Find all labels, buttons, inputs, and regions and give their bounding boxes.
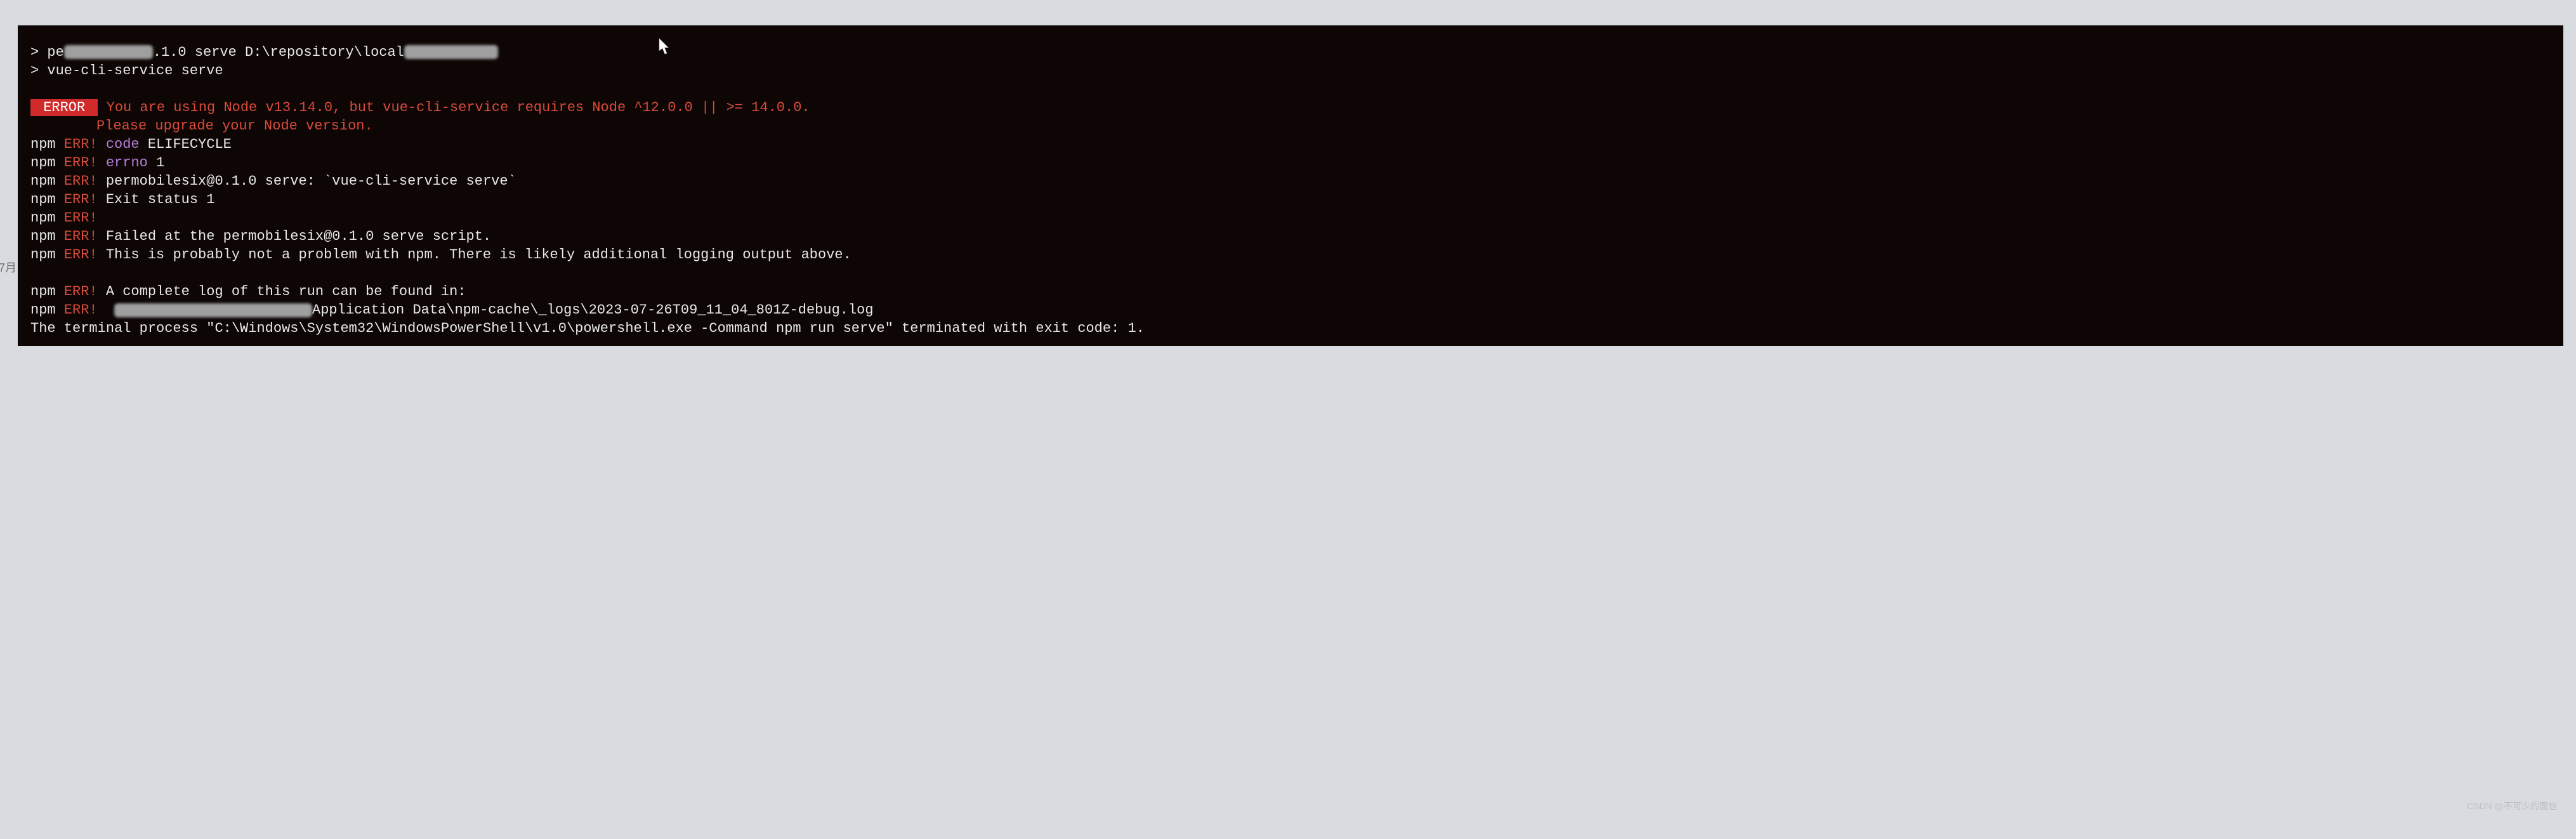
watermark-text: CSDN @不可少的面包 (2467, 800, 2557, 812)
terminal-output[interactable]: > pe.1.0 serve D:\repository\local > vue… (18, 25, 2563, 346)
blank-line (30, 80, 2551, 98)
npm-err-line: npm ERR! Exit status 1 (30, 190, 2551, 209)
blank-line (30, 264, 2551, 282)
mouse-cursor-icon (659, 38, 673, 56)
redacted-text (114, 303, 312, 317)
npm-err-line: npm ERR! Failed at the permobilesix@0.1.… (30, 227, 2551, 246)
npm-err-line: npm ERR! Application Data\npm-cache\_log… (30, 301, 2551, 319)
npm-err-line: npm ERR! permobilesix@0.1.0 serve: `vue-… (30, 172, 2551, 190)
npm-err-line: npm ERR! errno 1 (30, 154, 2551, 172)
command-line-2: > vue-cli-service serve (30, 62, 2551, 80)
error-line-2: Please upgrade your Node version. (30, 117, 2551, 135)
redacted-text (404, 45, 498, 59)
command-line-1: > pe.1.0 serve D:\repository\local (30, 43, 2551, 62)
npm-err-line: npm ERR! A complete log of this run can … (30, 282, 2551, 301)
background-date-text: 7月 (0, 259, 16, 275)
error-badge: ERROR (30, 99, 98, 116)
npm-err-line: npm ERR! This is probably not a problem … (30, 246, 2551, 264)
terminal-exit-line: The terminal process "C:\Windows\System3… (30, 319, 2551, 338)
npm-err-line: npm ERR! code ELIFECYCLE (30, 135, 2551, 154)
error-line-1: ERROR You are using Node v13.14.0, but v… (30, 98, 2551, 117)
redacted-text (64, 45, 153, 59)
npm-err-line: npm ERR! (30, 209, 2551, 227)
